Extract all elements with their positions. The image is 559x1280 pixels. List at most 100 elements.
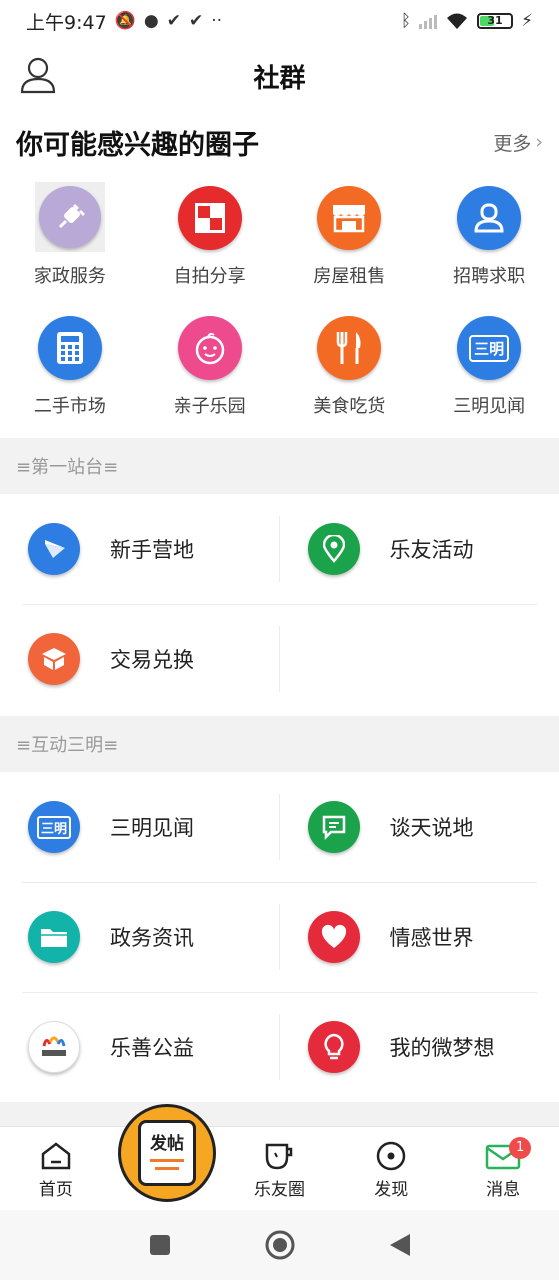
nav-home[interactable]: 首页 (0, 1127, 112, 1210)
circle-item-sanming[interactable]: 三明 三明见闻 (419, 312, 559, 442)
list-item-empty (280, 604, 559, 714)
location-pin-icon (322, 535, 345, 563)
list-item-label: 乐善公益 (110, 1036, 194, 1060)
more-notifications: ·· (211, 11, 222, 31)
baby-icon (195, 332, 224, 365)
circle-label: 家政服务 (33, 266, 106, 287)
circle-item-housekeeping[interactable]: 家政服务 (0, 182, 140, 312)
page-title: 社群 (253, 64, 306, 94)
home-icon (41, 1142, 71, 1170)
sanming-icon: 三明 (36, 815, 71, 839)
mute-icon: 🔕 (114, 11, 136, 31)
message-count-badge: 1 (509, 1137, 532, 1159)
circle-label: 招聘求职 (453, 266, 526, 287)
chevron-right-icon: › (535, 131, 543, 153)
photo-frame-icon (194, 203, 225, 233)
paper-plane-icon (45, 540, 65, 558)
circle-label: 美食吃货 (313, 396, 386, 417)
circle-label: 三明见闻 (453, 396, 526, 417)
back-button-icon[interactable] (388, 1232, 412, 1258)
battery-level: 31 (487, 14, 503, 27)
plug-icon (58, 203, 85, 229)
app-header: 社群 (0, 42, 559, 108)
post-paper-icon: 发帖 (138, 1120, 196, 1186)
sanming-icon: 三明 (469, 334, 510, 362)
circle-label: 自拍分享 (173, 266, 246, 287)
heart-icon (321, 924, 346, 948)
signal-icon (419, 13, 438, 29)
bottom-navigation: 首页 乐友圈 发现 1 消息 (0, 1126, 559, 1210)
list-item-emotion-world[interactable]: 情感世界 (280, 882, 559, 992)
list-item-label: 情感世界 (389, 926, 474, 950)
recents-button-icon[interactable] (148, 1233, 172, 1257)
cup-icon (266, 1143, 293, 1170)
chat-bubble-icon (322, 815, 345, 840)
post-button[interactable]: 发帖 (118, 1104, 216, 1202)
list-item-label: 政务资讯 (110, 926, 194, 950)
nav-label: 首页 (38, 1180, 73, 1200)
interest-grid: 家政服务 自拍分享 房屋租售 招聘求职 二手市场 亲子乐园 美食吃货 三明 三明… (0, 182, 559, 442)
nav-label: 消息 (486, 1180, 521, 1200)
charity-logo-icon (42, 1036, 66, 1056)
list-item-sanming-news[interactable]: 三明 三明见闻 (0, 772, 280, 882)
circle-label: 亲子乐园 (173, 396, 246, 417)
list-item-friend-activity[interactable]: 乐友活动 (280, 494, 559, 604)
first-station-list: 新手营地 乐友活动 交易兑换 (0, 494, 559, 714)
list-item-trade-exchange[interactable]: 交易兑换 (0, 604, 280, 714)
list-item-label: 谈天说地 (389, 816, 474, 840)
nav-friend-circle[interactable]: 乐友圈 (224, 1127, 336, 1210)
lightbulb-icon (323, 1033, 344, 1060)
section-title: ≡第一站台≡ (16, 457, 119, 478)
circle-item-parenting[interactable]: 亲子乐园 (140, 312, 280, 442)
bluetooth-icon: ᛒ (400, 11, 412, 31)
folder-icon (41, 929, 67, 947)
list-item-newbie-camp[interactable]: 新手营地 (0, 494, 280, 604)
interest-section-header: 你可能感兴趣的圈子 更多 › (16, 120, 543, 164)
list-item-micro-dream[interactable]: 我的微梦想 (280, 992, 559, 1102)
discover-icon (377, 1141, 406, 1171)
home-button-icon[interactable] (264, 1229, 296, 1261)
section-band-first-station: ≡第一站台≡ (0, 438, 559, 494)
circle-item-food[interactable]: 美食吃货 (280, 312, 420, 442)
circle-item-housing[interactable]: 房屋租售 (280, 182, 420, 312)
list-item-chat[interactable]: 谈天说地 (280, 772, 559, 882)
nav-messages[interactable]: 1 消息 (447, 1127, 559, 1210)
person-icon (474, 203, 504, 233)
list-item-label: 三明见闻 (110, 816, 194, 840)
check-icon-2: ✔ (188, 11, 204, 31)
wifi-icon (447, 13, 468, 29)
section-band-interactive-sanming: ≡互动三明≡ (0, 716, 559, 772)
box-icon (42, 648, 66, 670)
more-link[interactable]: 更多 › (493, 129, 543, 156)
list-item-charity[interactable]: 乐善公益 (0, 992, 280, 1102)
circle-label: 二手市场 (33, 396, 106, 417)
section-band-next (0, 1102, 559, 1126)
status-time: 上午9:47 (26, 11, 107, 34)
charging-icon: ⚡ (521, 11, 533, 31)
section-title: ≡互动三明≡ (16, 735, 119, 756)
post-button-label: 发帖 (150, 1134, 184, 1154)
interactive-sanming-list: 三明 三明见闻 谈天说地 政务资讯 情感世界 乐善公益 我的微梦想 (0, 772, 559, 1102)
circle-item-jobs[interactable]: 招聘求职 (419, 182, 559, 312)
calculator-icon (56, 332, 83, 364)
list-item-government-news[interactable]: 政务资讯 (0, 882, 280, 992)
storefront-icon (333, 205, 366, 233)
list-item-label: 新手营地 (110, 538, 194, 562)
fork-knife-icon (337, 332, 361, 364)
status-bar: 上午9:47 🔕 ● ✔ ✔ ·· ᛒ 31 ⚡ (0, 0, 559, 42)
circle-item-secondhand[interactable]: 二手市场 (0, 312, 140, 442)
circle-item-selfie[interactable]: 自拍分享 (140, 182, 280, 312)
circle-label: 房屋租售 (313, 266, 386, 287)
more-label: 更多 (493, 132, 532, 155)
nav-label: 发现 (374, 1180, 409, 1200)
post-line-2 (155, 1167, 179, 1170)
battery-icon: 31 (477, 13, 514, 29)
system-navigation-bar (0, 1210, 559, 1280)
list-item-label: 我的微梦想 (389, 1036, 495, 1060)
check-icon: ✔ (166, 11, 181, 31)
nav-label: 乐友圈 (253, 1180, 305, 1200)
chat-notification-icon: ● (143, 11, 159, 31)
interest-heading: 你可能感兴趣的圈子 (16, 129, 259, 161)
post-line (150, 1159, 184, 1162)
nav-discover[interactable]: 发现 (335, 1127, 447, 1210)
